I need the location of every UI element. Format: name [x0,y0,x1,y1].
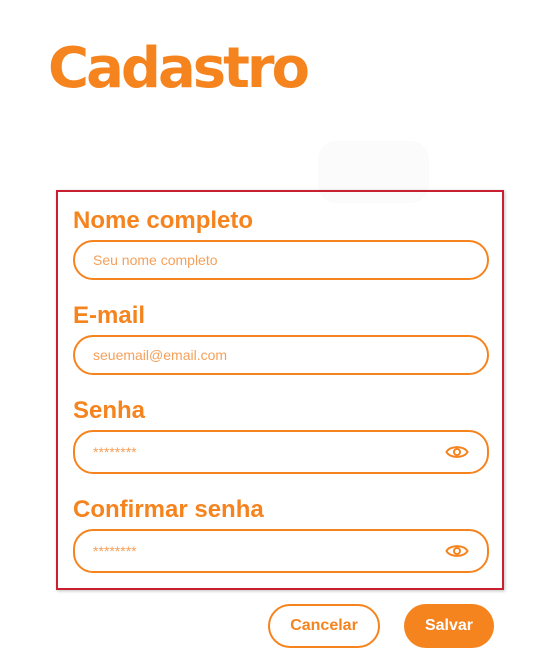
save-button[interactable]: Salvar [404,604,494,648]
confirm-password-field-container [73,529,489,573]
eye-icon[interactable] [445,444,469,460]
password-field-container [73,430,489,474]
name-label: Nome completo [73,207,254,234]
email-input[interactable] [93,337,433,373]
cancel-button[interactable]: Cancelar [268,604,380,648]
email-field-container [73,335,489,375]
email-label: E-mail [73,302,146,329]
password-label: Senha [73,397,146,424]
confirm-password-label: Confirmar senha [73,496,264,523]
name-input[interactable] [93,242,433,278]
password-input[interactable] [93,432,433,472]
name-field-container [73,240,489,280]
confirm-password-input[interactable] [93,531,433,571]
page-title: Cadastro [48,36,310,101]
eye-icon[interactable] [445,543,469,559]
